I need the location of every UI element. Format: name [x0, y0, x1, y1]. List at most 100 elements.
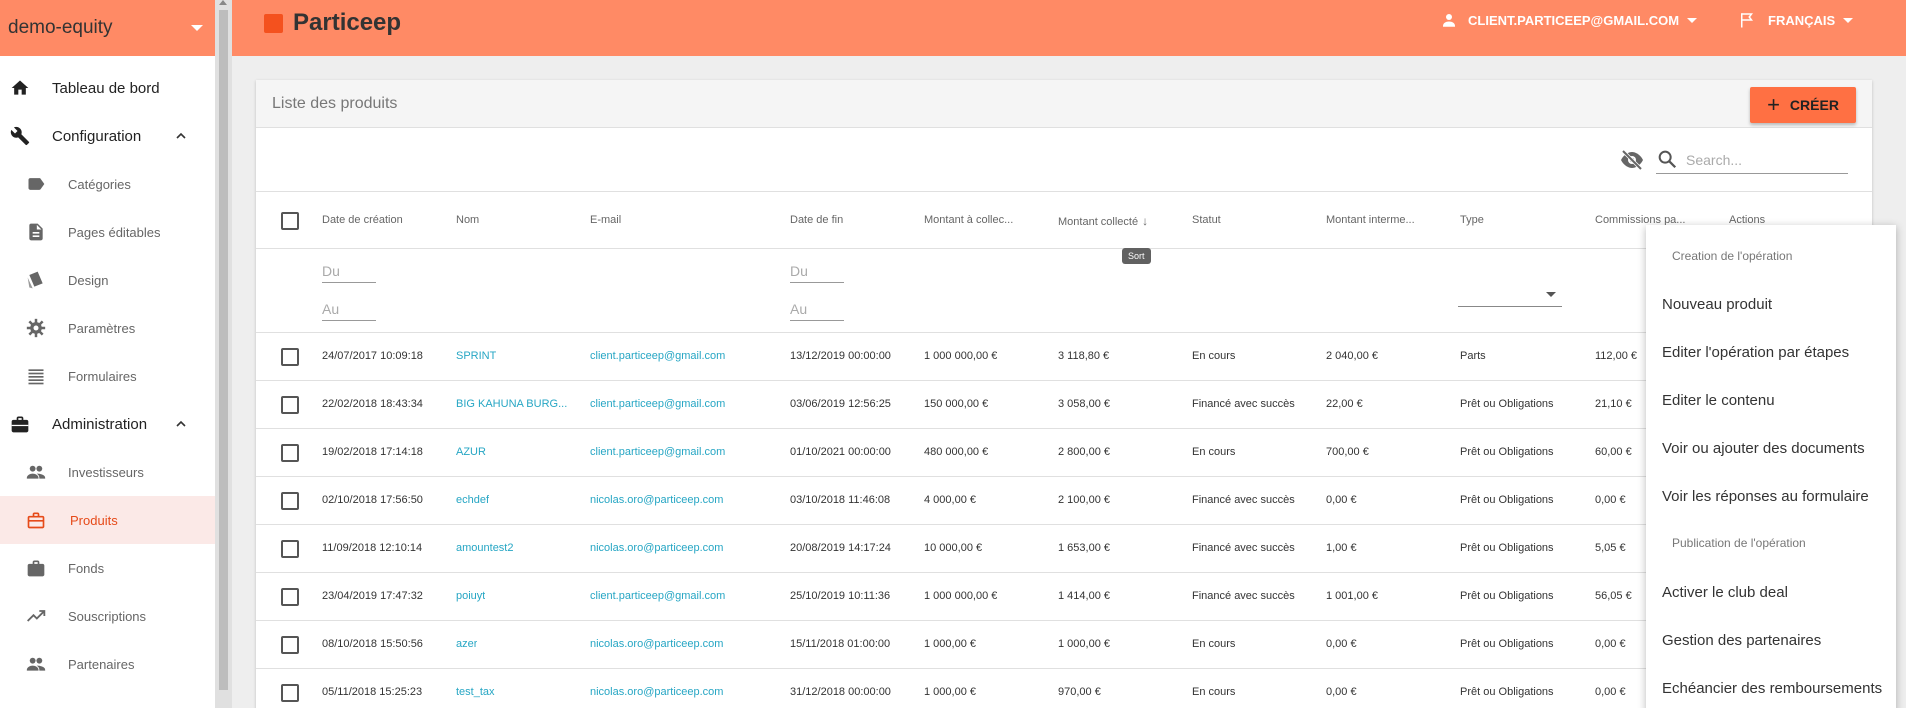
cell-name[interactable]: BIG KAHUNA BURG... — [456, 398, 567, 410]
sidebar-item-subscriptions[interactable]: Souscriptions — [0, 592, 215, 640]
menu-item-edit-content[interactable]: Editer le contenu — [1662, 392, 1775, 409]
scroll-up-arrow-icon[interactable] — [219, 0, 227, 5]
sidebar-item-editable-pages[interactable]: Pages éditables — [0, 208, 215, 256]
row-checkbox[interactable] — [281, 684, 299, 702]
brand-name: Particeep — [293, 9, 402, 36]
sidebar-item-partners[interactable]: Partenaires — [0, 640, 215, 688]
creation-date-to-filter[interactable]: Au — [322, 295, 376, 321]
column-header-type[interactable]: Type — [1460, 214, 1484, 226]
cell-commissions: 0,00 € — [1595, 686, 1626, 698]
cell-name[interactable]: azer — [456, 638, 477, 650]
row-checkbox[interactable] — [281, 588, 299, 606]
cell-name[interactable]: test_tax — [456, 686, 495, 698]
menu-item-club-deal[interactable]: Activer le club deal — [1662, 584, 1788, 601]
cell-email[interactable]: nicolas.oro@particeep.com — [590, 686, 723, 698]
menu-item-edit-steps[interactable]: Editer l'opération par étapes — [1662, 344, 1849, 361]
column-header-end-date[interactable]: Date de fin — [790, 214, 843, 226]
column-header-target-amount[interactable]: Montant à collec... — [924, 214, 1013, 226]
cell-status: Financé avec succès — [1192, 398, 1295, 410]
cell-target-amount: 150 000,00 € — [924, 398, 989, 410]
cell-email[interactable]: client.particeep@gmail.com — [590, 590, 725, 602]
sidebar-item-administration[interactable]: Administration — [0, 400, 215, 448]
menu-item-form-answers[interactable]: Voir les réponses au formulaire — [1662, 488, 1869, 505]
select-all-checkbox[interactable] — [281, 212, 299, 230]
column-header-intermediate-amount[interactable]: Montant interme... — [1326, 214, 1415, 226]
column-header-creation-date[interactable]: Date de création — [322, 214, 403, 226]
user-menu[interactable]: CLIENT.PARTICEEP@GMAIL.COM — [1440, 10, 1698, 30]
create-button[interactable]: + CRÉER — [1750, 87, 1856, 123]
type-filter-select[interactable] — [1458, 283, 1562, 307]
end-date-to-filter[interactable]: Au — [790, 295, 844, 321]
cell-email[interactable]: client.particeep@gmail.com — [590, 398, 725, 410]
flag-icon — [1741, 13, 1753, 28]
language-menu[interactable]: FRANÇAIS — [1738, 10, 1854, 30]
sidebar-item-funds[interactable]: Fonds — [0, 544, 215, 592]
sidebar-item-forms[interactable]: Formulaires — [0, 352, 215, 400]
sidebar-item-label: Design — [68, 272, 109, 288]
column-header-name[interactable]: Nom — [456, 214, 479, 226]
cell-type: Prêt ou Obligations — [1460, 542, 1554, 554]
cell-target-amount: 1 000 000,00 € — [924, 590, 998, 602]
sidebar-item-settings[interactable]: Paramètres — [0, 304, 215, 352]
sidebar-item-dashboard[interactable]: Tableau de bord — [0, 64, 215, 112]
table-row[interactable]: 08/10/2018 15:50:56 azer nicolas.oro@parti… — [256, 621, 1872, 669]
table-row[interactable]: 11/09/2018 12:10:14 amountest2 nicolas.oro… — [256, 525, 1872, 573]
row-checkbox[interactable] — [281, 444, 299, 462]
menu-item-new-product[interactable]: Nouveau produit — [1662, 296, 1772, 313]
cell-name[interactable]: AZUR — [456, 446, 486, 458]
sidebar-item-label: Fonds — [68, 560, 105, 576]
cell-name[interactable]: SPRINT — [456, 350, 496, 362]
row-checkbox[interactable] — [281, 492, 299, 510]
menu-item-partners[interactable]: Gestion des partenaires — [1662, 632, 1821, 649]
creation-date-from-filter[interactable]: Du — [322, 257, 376, 283]
tenant-selector[interactable]: demo-equity — [0, 0, 215, 56]
cell-name[interactable]: poiuyt — [456, 590, 485, 602]
table-row[interactable]: 02/10/2018 17:56:50 echdef nicolas.oro@par… — [256, 477, 1872, 525]
plus-icon: + — [1767, 92, 1780, 117]
cell-email[interactable]: nicolas.oro@particeep.com — [590, 638, 723, 650]
menu-item-documents[interactable]: Voir ou ajouter des documents — [1662, 440, 1865, 457]
table-row[interactable]: 05/11/2018 15:25:23 test_tax nicolas.oro@p… — [256, 669, 1872, 708]
chevron-down-icon — [1843, 17, 1854, 23]
sidebar-scrollbar-thumb[interactable] — [219, 10, 228, 690]
cell-email[interactable]: client.particeep@gmail.com — [590, 350, 725, 362]
cell-type: Prêt ou Obligations — [1460, 494, 1554, 506]
cell-name[interactable]: amountest2 — [456, 542, 513, 554]
column-header-email[interactable]: E-mail — [590, 214, 621, 226]
sidebar-item-products[interactable]: Produits — [0, 496, 215, 544]
sidebar-item-categories[interactable]: Catégories — [0, 160, 215, 208]
cell-type: Prêt ou Obligations — [1460, 638, 1554, 650]
column-header-collected-amount[interactable]: Montant collecté ↓ — [1058, 214, 1148, 228]
trending-up-icon — [27, 610, 46, 622]
cell-email[interactable]: nicolas.oro@particeep.com — [590, 494, 723, 506]
table-row[interactable]: 24/07/2017 10:09:18 SPRINT client.particee… — [256, 333, 1872, 381]
cell-type: Prêt ou Obligations — [1460, 686, 1554, 698]
row-checkbox[interactable] — [281, 540, 299, 558]
menu-item-repayment-schedule[interactable]: Echéancier des remboursements — [1662, 680, 1882, 697]
cell-commissions: 0,00 € — [1595, 638, 1626, 650]
row-checkbox[interactable] — [281, 396, 299, 414]
search-field[interactable] — [1656, 148, 1848, 174]
cell-email[interactable]: client.particeep@gmail.com — [590, 446, 725, 458]
table-row[interactable]: 19/02/2018 17:14:18 AZUR client.particeep@… — [256, 429, 1872, 477]
cell-name[interactable]: echdef — [456, 494, 489, 506]
cell-end-date: 03/10/2018 11:46:08 — [790, 494, 891, 506]
sidebar-item-configuration[interactable]: Configuration — [0, 112, 215, 160]
end-date-from-filter[interactable]: Du — [790, 257, 844, 283]
row-checkbox[interactable] — [281, 348, 299, 366]
chevron-down-icon — [1687, 17, 1698, 23]
column-header-status[interactable]: Statut — [1192, 214, 1221, 226]
brand[interactable]: Particeep — [264, 9, 401, 37]
language-label: FRANÇAIS — [1768, 12, 1836, 28]
cell-status: Financé avec succès — [1192, 590, 1295, 602]
visibility-off-icon[interactable] — [1620, 148, 1644, 172]
row-checkbox[interactable] — [281, 636, 299, 654]
table-row[interactable]: 23/04/2019 17:47:32 poiuyt client.particee… — [256, 573, 1872, 621]
cell-status: En cours — [1192, 446, 1236, 458]
sidebar-item-investors[interactable]: Investisseurs — [0, 448, 215, 496]
cell-email[interactable]: nicolas.oro@particeep.com — [590, 542, 723, 554]
table-row[interactable]: 22/02/2018 18:43:34 BIG KAHUNA BURG... cli… — [256, 381, 1872, 429]
sidebar-item-design[interactable]: Design — [0, 256, 215, 304]
search-input[interactable] — [1686, 150, 1846, 170]
cell-creation-date: 24/07/2017 10:09:18 — [322, 350, 423, 362]
